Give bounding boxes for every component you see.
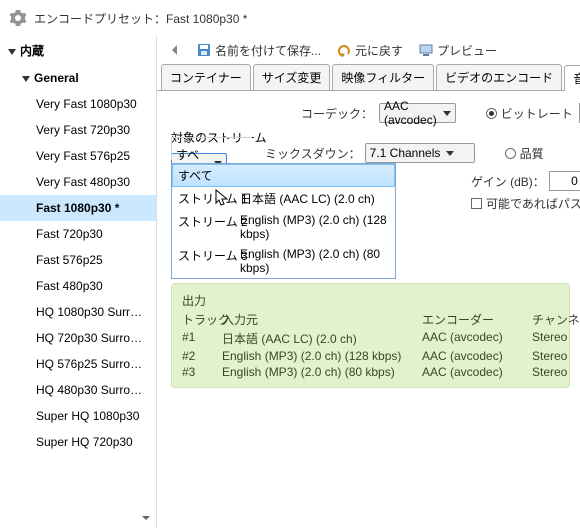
undo-icon [337, 43, 351, 57]
caret-down-icon [8, 49, 16, 55]
mixdown-combo[interactable]: 7.1 Channels [365, 143, 475, 163]
preset-item[interactable]: Fast 1080p30 * [0, 195, 156, 221]
chevron-left-icon [169, 44, 181, 56]
preset-item[interactable]: Fast 480p30 [0, 273, 156, 299]
mixdown-label: ミックスダウン： [265, 145, 361, 162]
preview-label: プレビュー [437, 42, 497, 59]
preset-item[interactable]: Super HQ 720p30 [0, 429, 156, 455]
dropdown-item-col2: English (MP3) (2.0 ch) (128 kbps) [240, 213, 389, 241]
gain-label: ゲイン (dB)： [471, 173, 545, 190]
preset-item[interactable]: Fast 576p25 [0, 247, 156, 273]
output-cell: #2 [182, 349, 222, 363]
scroll-down-icon[interactable] [140, 512, 152, 524]
chevron-down-icon [446, 151, 454, 156]
window-title: エンコードプリセット：Fast 1080p30 * [34, 10, 247, 27]
output-cell: Stereo [532, 330, 580, 347]
output-header: チャンネルレイアウト [532, 311, 580, 328]
stream-dropdown[interactable]: すべてストリーム 1日本語 (AAC LC) (2.0 ch)ストリーム 2En… [171, 163, 396, 279]
toolbar: 名前を付けて保存... 元に戻す プレビュー [157, 36, 580, 64]
output-cell: #1 [182, 330, 222, 347]
quality-label: 品質 [520, 145, 544, 162]
dropdown-item-col1: ストリーム 1 [178, 190, 240, 207]
gain-spin[interactable] [549, 171, 580, 191]
dropdown-item-col1: ストリーム 3 [178, 247, 240, 275]
preset-item[interactable]: HQ 720p30 Surround [0, 325, 156, 351]
save-as-button[interactable]: 名前を付けて保存... [191, 40, 327, 61]
tab[interactable]: 音声のエンコード [564, 65, 580, 91]
dropdown-item-col1: すべて [178, 167, 240, 184]
passthru-check[interactable] [471, 198, 482, 209]
revert-label: 元に戻す [355, 42, 403, 59]
tab[interactable]: ビデオのエンコード [436, 64, 562, 90]
passthru-label: 可能であればパススルー [486, 195, 580, 212]
chevron-down-icon [443, 111, 451, 116]
dropdown-item[interactable]: すべて [172, 164, 395, 187]
dropdown-item[interactable]: ストリーム 1日本語 (AAC LC) (2.0 ch) [172, 187, 395, 210]
dropdown-item-col2: 日本語 (AAC LC) (2.0 ch) [240, 190, 375, 207]
back-button[interactable] [163, 42, 187, 58]
preview-button[interactable]: プレビュー [413, 40, 503, 61]
output-cell: #3 [182, 365, 222, 379]
preset-item[interactable]: HQ 576p25 Surround [0, 351, 156, 377]
output-title: 出力 [182, 292, 559, 309]
gain-input[interactable] [550, 172, 580, 190]
preset-item[interactable]: Very Fast 720p30 [0, 117, 156, 143]
preset-sidebar: 内蔵 General Very Fast 1080p30Very Fast 72… [0, 36, 157, 528]
bitrate-radio[interactable] [486, 108, 497, 119]
dropdown-item-col2: English (MP3) (2.0 ch) (80 kbps) [240, 247, 389, 275]
tab[interactable]: コンテイナー [161, 64, 251, 90]
output-cell: AAC (avcodec) [422, 365, 532, 379]
output-cell: English (MP3) (2.0 ch) (80 kbps) [222, 365, 422, 379]
tab[interactable]: サイズ変更 [253, 64, 331, 90]
caret-down-icon [22, 76, 30, 82]
output-cell: Stereo [532, 365, 580, 379]
preset-item[interactable]: Very Fast 576p25 [0, 143, 156, 169]
preset-item[interactable]: Very Fast 480p30 [0, 169, 156, 195]
output-cell: AAC (avcodec) [422, 349, 532, 363]
output-cell: AAC (avcodec) [422, 330, 532, 347]
codec-label: コーデック： [301, 105, 373, 122]
tab[interactable]: 映像フィルター [332, 64, 434, 90]
tree-root[interactable]: 内蔵 [0, 36, 156, 65]
preset-item[interactable]: HQ 1080p30 Surround [0, 299, 156, 325]
dropdown-item[interactable]: ストリーム 3English (MP3) (2.0 ch) (80 kbps) [172, 244, 395, 278]
preset-item[interactable]: Fast 720p30 [0, 221, 156, 247]
revert-button[interactable]: 元に戻す [331, 40, 409, 61]
codec-value: AAC (avcodec) [384, 99, 437, 127]
save-as-label: 名前を付けて保存... [215, 42, 321, 59]
bitrate-label: ビットレート [501, 105, 573, 122]
output-header: トラック [182, 311, 222, 328]
preview-icon [419, 43, 433, 57]
output-header: エンコーダー [422, 311, 532, 328]
tab-bar: コンテイナーサイズ変更映像フィルタービデオのエンコード音声のエンコード [157, 64, 580, 91]
mixdown-value: 7.1 Channels [370, 146, 441, 160]
preset-item[interactable]: HQ 480p30 Surround [0, 377, 156, 403]
tree-group[interactable]: General [0, 65, 156, 91]
dropdown-item-col1: ストリーム 2 [178, 213, 240, 241]
dropdown-item[interactable]: ストリーム 2English (MP3) (2.0 ch) (128 kbps) [172, 210, 395, 244]
output-cell: 日本語 (AAC LC) (2.0 ch) [222, 330, 422, 347]
output-header: 入力元 [222, 311, 422, 328]
preset-item[interactable]: Very Fast 1080p30 [0, 91, 156, 117]
save-icon [197, 43, 211, 57]
titlebar: エンコードプリセット：Fast 1080p30 * [0, 0, 580, 36]
output-panel: 出力 トラック入力元エンコーダーチャンネルレイアウト#1日本語 (AAC LC)… [171, 283, 570, 388]
preset-item[interactable]: Super HQ 1080p30 [0, 403, 156, 429]
quality-radio[interactable] [505, 148, 516, 159]
gear-icon [10, 10, 26, 26]
stream-group-label: 対象のストリーム [171, 129, 251, 146]
codec-combo[interactable]: AAC (avcodec) [379, 103, 456, 123]
output-cell: Stereo [532, 349, 580, 363]
output-cell: English (MP3) (2.0 ch) (128 kbps) [222, 349, 422, 363]
